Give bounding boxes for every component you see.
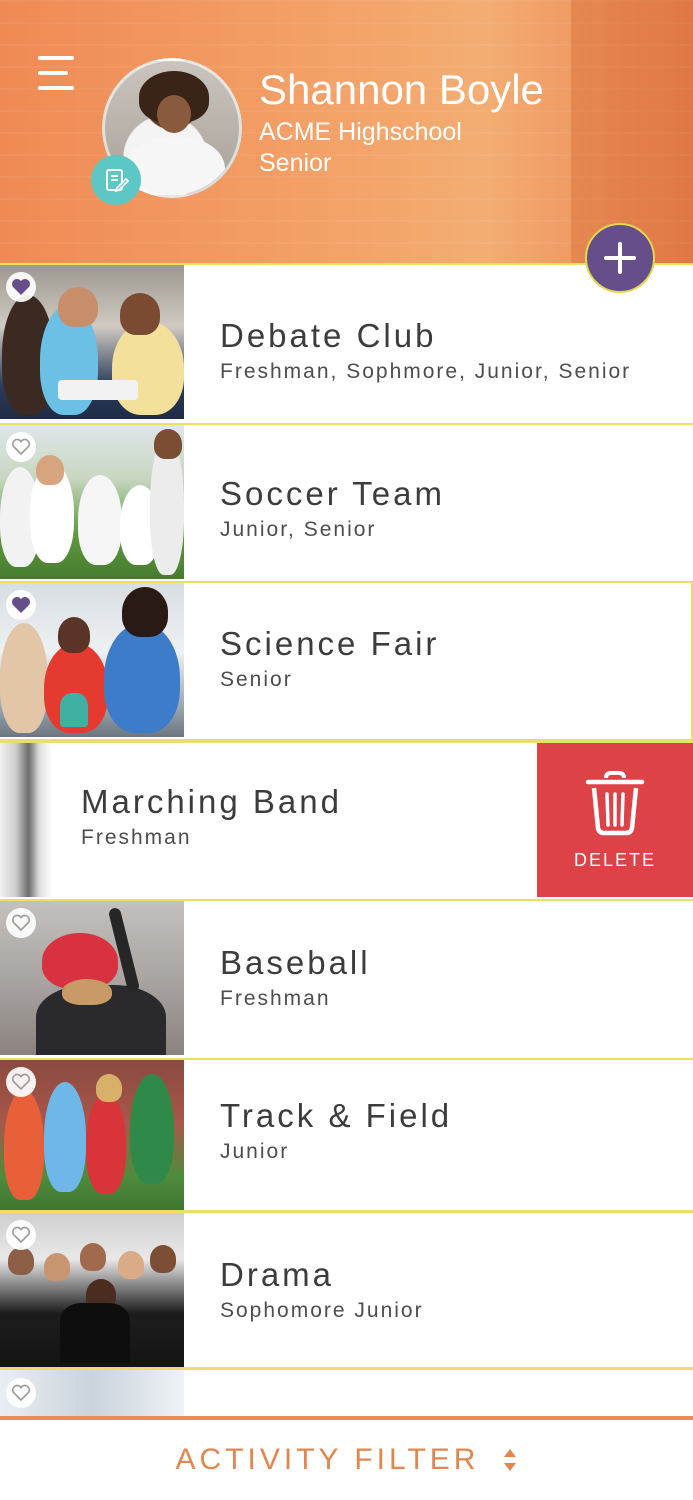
heart-icon[interactable] bbox=[6, 432, 36, 462]
activity-grades: Junior, Senior bbox=[220, 518, 377, 541]
activity-row-track-field[interactable]: Track & Field Junior bbox=[0, 1058, 693, 1210]
activity-grades: Junior bbox=[220, 1140, 290, 1163]
activity-title: Baseball bbox=[220, 944, 371, 981]
activity-row-debate-club[interactable]: Debate Club Freshman, Sophmore, Junior, … bbox=[0, 263, 693, 423]
activity-grades: Sophomore Junior bbox=[220, 1299, 424, 1322]
sort-arrows-icon bbox=[503, 1448, 517, 1472]
activity-grades: Senior bbox=[220, 668, 293, 691]
profile-header: Shannon Boyle ACME Highschool Senior bbox=[0, 0, 693, 263]
activity-title: Track & Field bbox=[220, 1097, 453, 1134]
activity-title: Marching Band bbox=[81, 783, 342, 820]
plus-icon bbox=[604, 242, 636, 274]
activity-filter-button[interactable]: ACTIVITY FILTER bbox=[0, 1416, 693, 1500]
activity-grades: Freshman, Sophmore, Junior, Senior bbox=[220, 360, 632, 383]
activity-row-soccer-team[interactable]: Soccer Team Junior, Senior bbox=[0, 423, 693, 581]
activity-title: Drama bbox=[220, 1256, 335, 1293]
activity-row-partial[interactable] bbox=[0, 1370, 693, 1420]
profile-name: Shannon Boyle bbox=[259, 66, 544, 113]
hamburger-icon[interactable] bbox=[38, 56, 78, 96]
heart-icon[interactable] bbox=[6, 1067, 36, 1097]
activity-title: Soccer Team bbox=[220, 475, 445, 512]
activity-list: Debate Club Freshman, Sophmore, Junior, … bbox=[0, 263, 693, 1420]
activity-row-science-fair[interactable]: Science Fair Senior bbox=[0, 581, 693, 741]
delete-button[interactable]: DELETE bbox=[537, 743, 693, 897]
add-activity-button[interactable] bbox=[585, 223, 655, 293]
heart-icon[interactable] bbox=[6, 1220, 36, 1250]
activity-photo bbox=[0, 743, 52, 897]
heart-icon[interactable] bbox=[6, 1378, 36, 1408]
header-background-shade bbox=[571, 0, 693, 263]
activity-grades: Freshman bbox=[220, 987, 331, 1010]
filter-label: ACTIVITY FILTER bbox=[175, 1443, 480, 1476]
edit-note-icon[interactable] bbox=[91, 155, 141, 205]
activity-row-baseball[interactable]: Baseball Freshman bbox=[0, 899, 693, 1058]
heart-icon[interactable] bbox=[6, 908, 36, 938]
activity-row-marching-band[interactable]: Marching Band Freshman DELETE bbox=[0, 741, 693, 899]
activity-title: Science Fair bbox=[220, 625, 440, 662]
profile-school: ACME Highschool bbox=[259, 118, 462, 146]
activity-title: Debate Club bbox=[220, 317, 437, 354]
heart-icon[interactable] bbox=[6, 590, 36, 620]
profile-grade: Senior bbox=[259, 149, 332, 177]
delete-label: DELETE bbox=[573, 849, 657, 870]
trash-icon bbox=[585, 770, 645, 835]
activity-row-drama[interactable]: Drama Sophomore Junior bbox=[0, 1210, 693, 1370]
activity-grades: Freshman bbox=[81, 826, 192, 849]
heart-icon[interactable] bbox=[6, 272, 36, 302]
